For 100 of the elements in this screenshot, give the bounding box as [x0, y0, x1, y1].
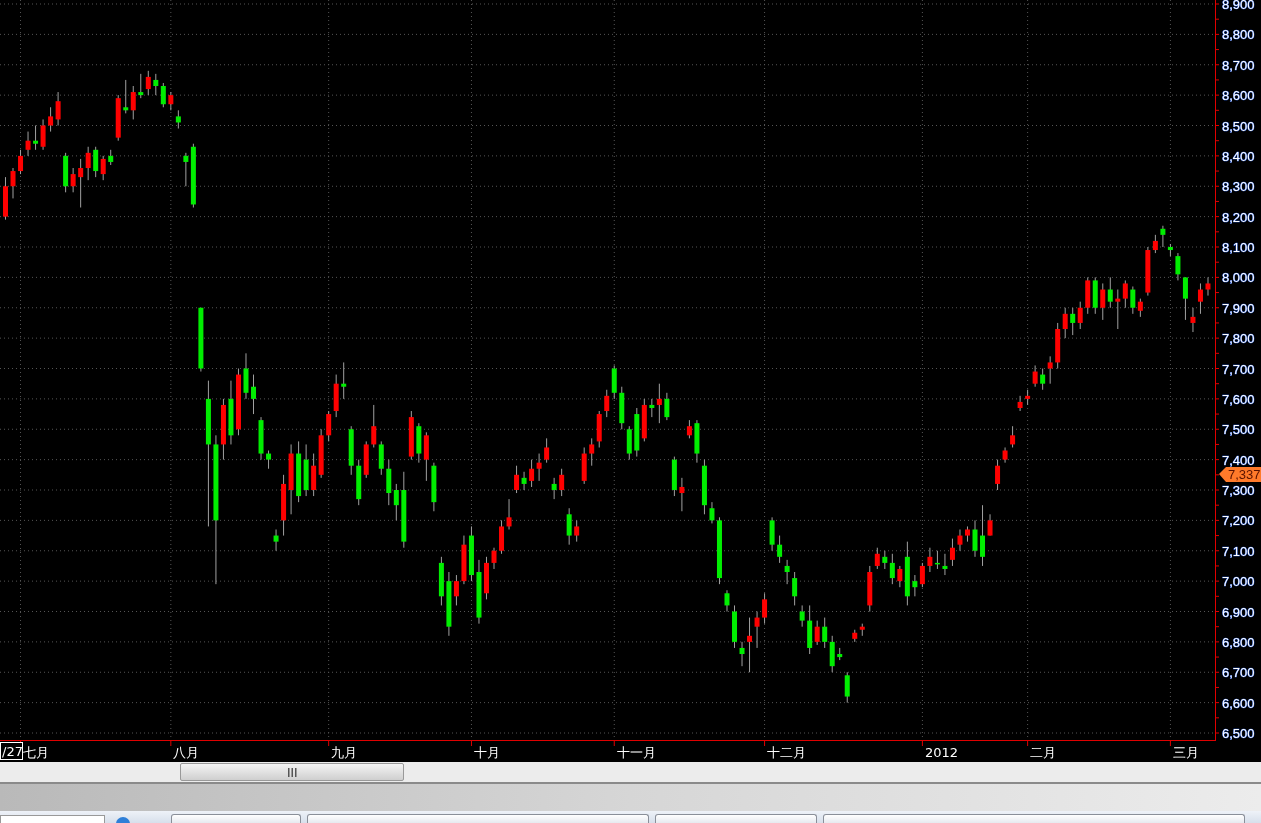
scrollbar-thumb[interactable]: [180, 763, 404, 781]
axis-label: 8,600: [1222, 88, 1255, 104]
candlestick: [168, 91, 174, 111]
candlestick: [1062, 307, 1068, 339]
axis-label: 8,200: [1222, 209, 1255, 225]
axis-label: 九月: [331, 745, 358, 760]
candlestick: [529, 459, 535, 488]
axis-label: 八月: [173, 745, 200, 760]
input-field[interactable]: [0, 815, 105, 823]
candlestick: [889, 553, 895, 585]
candlestick: [1160, 225, 1166, 248]
candlestick: [987, 513, 993, 537]
candlestick: [897, 565, 903, 588]
candlestick: [266, 450, 272, 470]
candlestick: [949, 538, 955, 567]
grip-icon: [287, 767, 297, 777]
candlestick: [1122, 279, 1128, 309]
axis-label: 6,800: [1222, 634, 1255, 650]
price-tag: 7,337: [1219, 467, 1261, 482]
candlestick: [799, 604, 805, 628]
candlestick: [1115, 289, 1121, 330]
candlestick: [724, 589, 730, 612]
candlestick: [739, 641, 745, 667]
axis-label: 7,000: [1222, 574, 1255, 590]
candlestick: [175, 109, 181, 130]
candlestick: [453, 574, 459, 606]
axis-label: 2012: [924, 745, 958, 760]
candlestick: [777, 535, 783, 564]
candlestick: [70, 167, 76, 193]
candlestick: [1190, 307, 1196, 333]
candlestick: [927, 547, 933, 573]
candlestick: [251, 374, 257, 415]
candlestick: [957, 528, 963, 552]
candlestick: [1197, 282, 1203, 315]
taskbar-button[interactable]: [307, 814, 649, 823]
candlestick: [160, 82, 166, 108]
axis-label: 7,200: [1222, 513, 1255, 529]
axis-label: 8,100: [1222, 240, 1255, 255]
axis-label: 7,700: [1222, 361, 1255, 377]
candlestick: [18, 149, 24, 175]
candlestick: [686, 419, 692, 439]
candlestick: [574, 519, 580, 543]
candlestick: [514, 465, 520, 494]
candlestick: [40, 118, 46, 151]
candlestick: [679, 477, 685, 512]
axis-label: 7,100: [1222, 543, 1255, 559]
candlestick: [664, 392, 670, 421]
candlestick: [912, 574, 918, 597]
candlestick: [559, 468, 565, 497]
axis-label: 7,400: [1222, 452, 1255, 468]
candlestick: [1070, 307, 1076, 336]
candlestick: [1175, 252, 1181, 281]
candlestick: [326, 410, 332, 442]
candlestick: [145, 70, 151, 96]
candlestick: [130, 85, 136, 120]
candlestick: [1002, 446, 1008, 464]
taskbar-button[interactable]: [171, 814, 301, 823]
candlestick: [551, 477, 557, 500]
candlestick: [371, 404, 377, 448]
candlestick: [784, 559, 790, 585]
candlestick: [1107, 276, 1113, 309]
taskbar-button[interactable]: [823, 814, 1245, 823]
candlestick: [874, 547, 880, 570]
axis-label: 7,900: [1222, 300, 1255, 316]
candlestick: [55, 91, 61, 126]
axis-label: 6,500: [1222, 726, 1255, 741]
candlestick: [544, 437, 550, 464]
candlestick: [1182, 276, 1188, 321]
candlestick: [589, 437, 595, 467]
candlestick: [882, 550, 888, 570]
candlestick: [393, 483, 399, 521]
candlestick: [1100, 282, 1106, 321]
scrollbar[interactable]: [0, 762, 1261, 784]
axis-label: 七月: [23, 745, 50, 760]
candlestick: [980, 504, 986, 567]
axis-label: 7,800: [1222, 331, 1255, 347]
candlestick: [566, 507, 572, 546]
candlestick: [1130, 285, 1136, 315]
axis-label: 8,800: [1222, 27, 1255, 43]
candlestick: [273, 528, 279, 552]
candlestick: [153, 73, 159, 96]
axis-label: 二月: [1030, 745, 1057, 760]
candlestick: [814, 620, 820, 646]
candlestick: [1040, 368, 1046, 391]
candlestick: [48, 106, 54, 133]
axis-label: 十月: [473, 745, 500, 760]
candlestick: [183, 152, 189, 187]
axis-label: 三月: [1172, 745, 1199, 760]
taskbar-button[interactable]: [655, 814, 817, 823]
candlestick: [649, 398, 655, 418]
candlestick: [754, 611, 760, 649]
candlestick: [1017, 395, 1023, 412]
axis-label: 十一月: [616, 745, 656, 760]
candlestick: [919, 562, 925, 588]
axis-label: 7,500: [1222, 422, 1255, 438]
candlestick: [25, 131, 31, 157]
candlestick: [1032, 364, 1038, 388]
candlestick: [792, 571, 798, 606]
candlestick: [123, 79, 129, 114]
axis-label: 8,400: [1222, 148, 1255, 164]
